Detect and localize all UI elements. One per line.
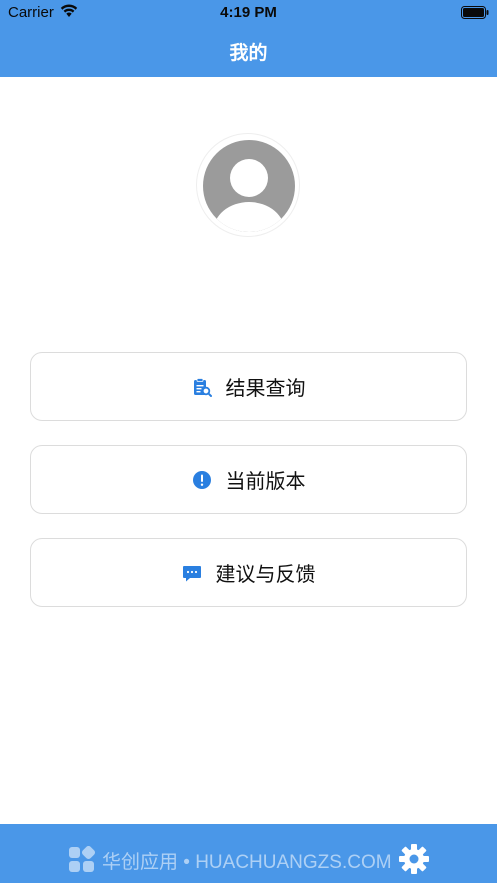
result-query-label: 结果查询 bbox=[225, 376, 306, 400]
chat-bubble-icon bbox=[182, 565, 201, 581]
info-exclamation-icon bbox=[192, 470, 211, 489]
current-version-button[interactable]: 当前版本 bbox=[30, 445, 467, 514]
watermark-text: 华创应用 • HUACHUANGZS.COM bbox=[102, 851, 392, 873]
battery-icon bbox=[461, 6, 489, 19]
user-silhouette-icon bbox=[203, 140, 295, 232]
avatar[interactable] bbox=[196, 133, 300, 237]
current-version-label: 当前版本 bbox=[225, 469, 306, 493]
clipboard-search-icon bbox=[193, 377, 212, 397]
status-time: 4:19 PM bbox=[220, 4, 277, 21]
page-title: 我的 bbox=[229, 42, 268, 64]
header-bar: Carrier 4:19 PM 我的 bbox=[0, 0, 497, 77]
result-query-button[interactable]: 结果查询 bbox=[30, 352, 467, 421]
feedback-label: 建议与反馈 bbox=[215, 562, 316, 586]
gear-icon[interactable] bbox=[398, 843, 430, 875]
watermark: 华创应用 • HUACHUANGZS.COM bbox=[68, 845, 392, 875]
status-bar: Carrier 4:19 PM bbox=[0, 0, 497, 26]
feedback-button[interactable]: 建议与反馈 bbox=[30, 538, 467, 607]
watermark-logo-icon bbox=[69, 846, 96, 872]
